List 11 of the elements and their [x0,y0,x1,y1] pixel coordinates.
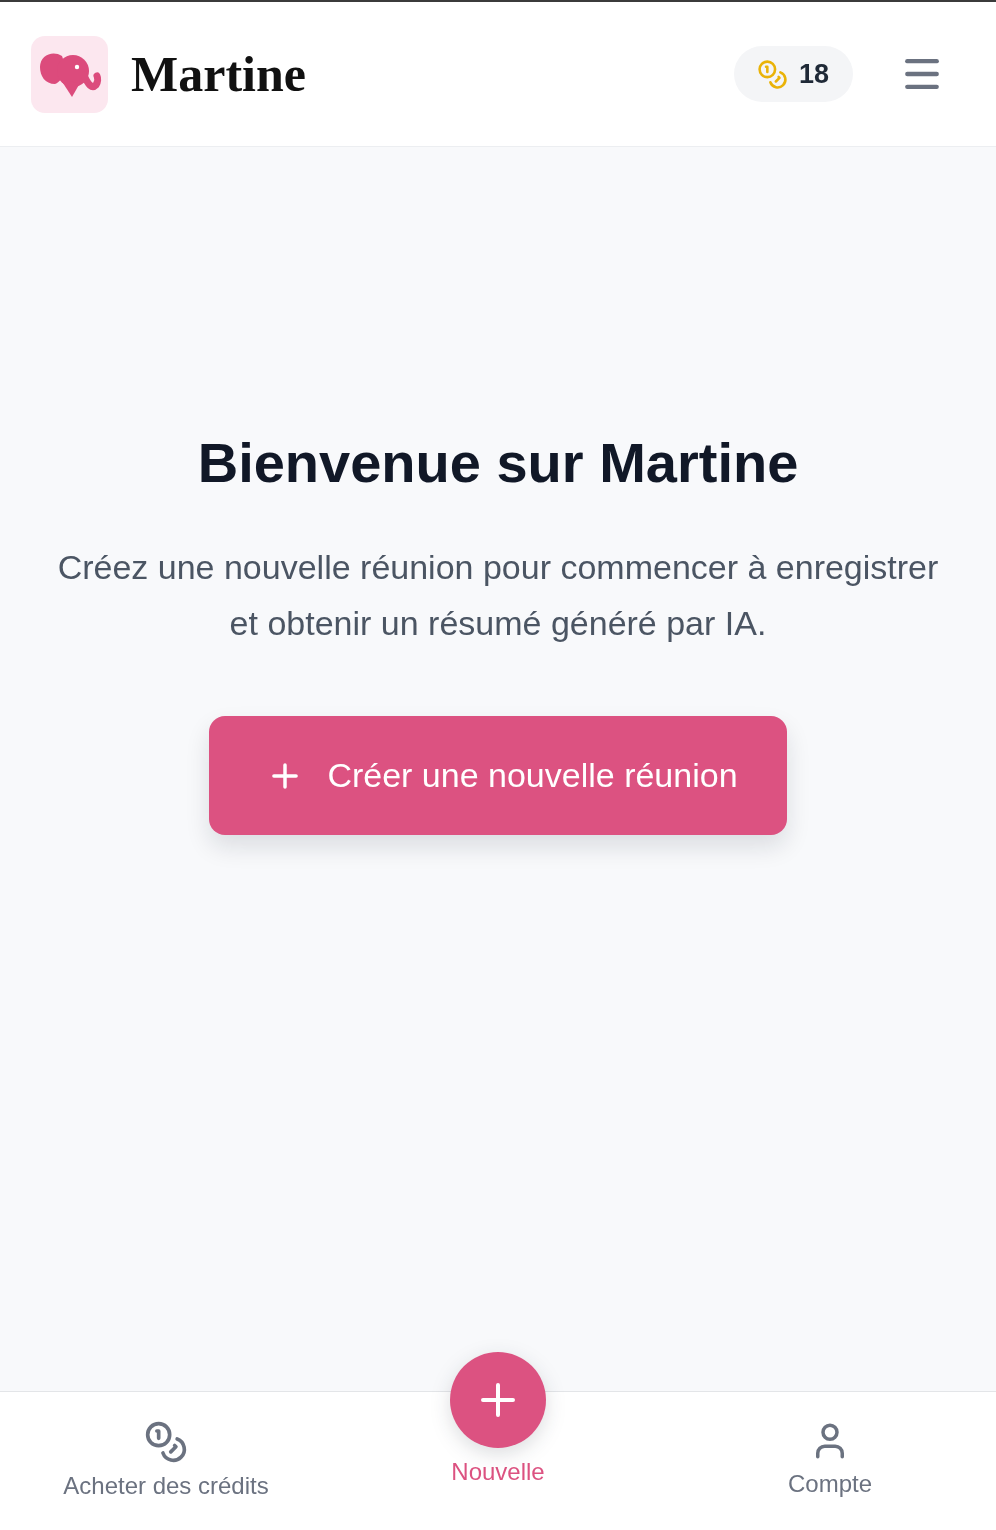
credits-button[interactable]: 18 [733,46,853,102]
app-name: Martine [131,49,306,99]
nav-item[interactable]: Compte [787,1420,872,1498]
elephant-logo-icon [31,35,108,113]
coins-icon [756,58,788,90]
nav-item[interactable]: Nouvelle [450,1352,546,1486]
coins-icon [144,1420,188,1464]
create-meeting-button[interactable]: Créer une nouvelle réunion [209,716,787,836]
welcome-title: Bienvenue sur Martine [197,430,799,496]
nav-item[interactable]: Acheter des crédits [63,1420,269,1500]
welcome-text: Créez une nouvelle réunion pour commencer à enregistrer et obtenir un résumé généré par IA. [56,547,940,645]
